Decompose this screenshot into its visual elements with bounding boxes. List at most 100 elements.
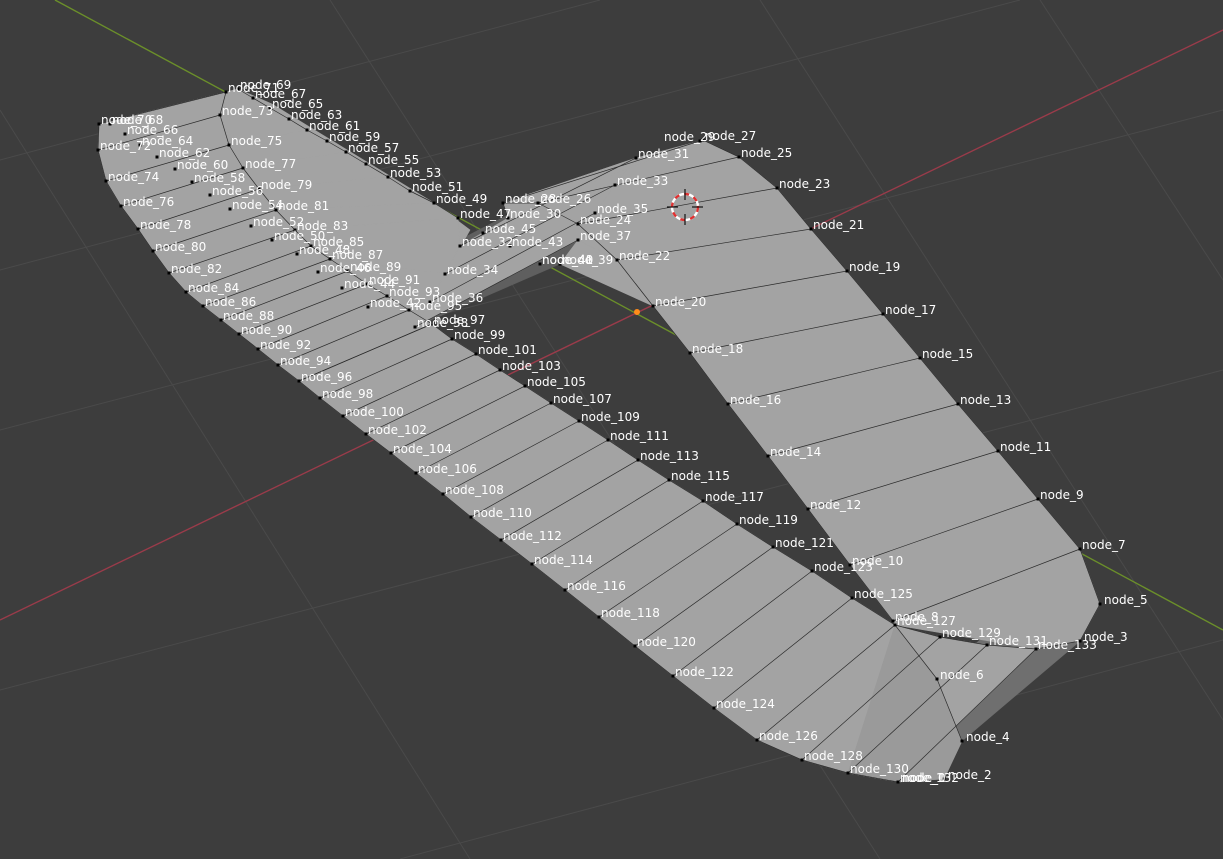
vertex-label: node_78 [140,218,191,232]
vertex-label: node_35 [597,202,648,216]
vertex-label: node_79 [261,178,312,192]
vertex-label: node_83 [297,219,348,233]
vertex-label: node_32 [462,235,513,249]
vertex-label: node_80 [155,240,206,254]
vertex-label: node_107 [553,392,612,406]
vertex-label: node_118 [601,606,660,620]
vertex-label: node_13 [960,393,1011,407]
vertex-label: node_116 [567,579,626,593]
vertex-label: node_62 [159,146,210,160]
vertex-label: node_117 [705,490,764,504]
origin-marker-icon [634,309,640,315]
vertex-label: node_133 [1038,638,1097,652]
vertex-label: node_132 [900,771,959,785]
vertex-label: node_33 [617,174,668,188]
vertex-label: node_25 [741,146,792,160]
vertex-label: node_103 [502,359,561,373]
vertex-label: node_100 [345,405,404,419]
vertex-label: node_77 [245,157,296,171]
vertex-label: node_17 [885,303,936,317]
vertex-label: node_51 [412,180,463,194]
vertex-label: node_54 [232,198,283,212]
vertex-label: node_97 [434,313,485,327]
vertex-label: node_22 [619,249,670,263]
vertex-label: node_119 [739,513,798,527]
vertex-label: node_74 [108,170,159,184]
vertex-label: node_112 [503,529,562,543]
vertex-label: node_98 [322,387,373,401]
vertex-label: node_49 [436,192,487,206]
vertex-label: node_56 [212,184,263,198]
vertex-label: node_108 [445,483,504,497]
vertex-label: node_76 [123,195,174,209]
vertex-label: node_28 [505,192,556,206]
vertex-label: node_20 [655,295,706,309]
vertex-label: node_125 [854,587,913,601]
3d-viewport[interactable]: node_0node_1 node_2node_3node_4node_5node… [0,0,1223,859]
vertex-label: node_96 [301,370,352,384]
vertex-label: node_45 [485,222,536,236]
vertex-label: node_71 [228,81,279,95]
vertex-label: node_9 [1040,488,1084,502]
vertex-label: node_99 [454,328,505,342]
vertex-label: node_16 [730,393,781,407]
vertex-label: node_94 [280,354,331,368]
vertex-label: node_121 [775,536,834,550]
vertex-label: node_34 [447,263,498,277]
vertex-label: node_109 [581,410,640,424]
vertex-label: node_7 [1082,538,1126,552]
vertex-label: node_101 [478,343,537,357]
vertex-label: node_111 [610,429,669,443]
vertex-label: node_90 [241,323,292,337]
vertex-label: node_113 [640,449,699,463]
vertex-label: node_5 [1104,593,1148,607]
vertex-label: node_114 [534,553,593,567]
vertex-label: node_85 [313,235,364,249]
vertex-label: node_72 [100,139,151,153]
vertex-label: node_70 [101,113,152,127]
vertex-label: node_93 [389,285,440,299]
vertex-label: node_18 [692,342,743,356]
vertex-label: node_122 [675,665,734,679]
vertex-point [935,677,939,681]
vertex-label: node_58 [194,171,245,185]
vertex-label: node_81 [278,199,329,213]
vertex-label: node_124 [716,697,775,711]
vertex-label: node_95 [411,299,462,313]
vertex-label: node_60 [177,158,228,172]
vertex-label: node_23 [779,177,830,191]
vertex-label: node_43 [512,235,563,249]
vertex-label: node_84 [188,281,239,295]
vertex-point [960,739,964,743]
vertex-label: node_110 [473,506,532,520]
vertex-label: node_41 [542,253,593,267]
vertex-label: node_126 [759,729,818,743]
vertex-label: node_55 [368,153,419,167]
vertex-point [1098,602,1102,606]
vertex-label: node_47 [460,207,511,221]
vertex-label: node_82 [171,262,222,276]
vertex-label: node_11 [1000,440,1051,454]
vertex-label: node_102 [368,423,427,437]
vertex-label: node_4 [966,730,1010,744]
vertex-label: node_73 [222,104,273,118]
vertex-label: node_14 [770,445,821,459]
vertex-label: node_6 [940,668,984,682]
vertex-label: node_19 [849,260,900,274]
vertex-label: node_75 [231,134,282,148]
vertex-label: node_88 [223,309,274,323]
vertex-label: node_92 [260,338,311,352]
vertex-label: node_104 [393,442,452,456]
vertex-label: node_53 [390,166,441,180]
vertex-label: node_29 [664,130,715,144]
vertex-label: node_120 [637,635,696,649]
vertex-label: node_37 [580,229,631,243]
vertex-label: node_128 [804,749,863,763]
vertex-label: node_115 [671,469,730,483]
vertex-label: node_21 [813,218,864,232]
vertex-label: node_89 [350,260,401,274]
vertex-label: node_31 [638,147,689,161]
vertex-label: node_86 [205,295,256,309]
vertex-label: node_106 [418,462,477,476]
vertex-label: node_105 [527,375,586,389]
